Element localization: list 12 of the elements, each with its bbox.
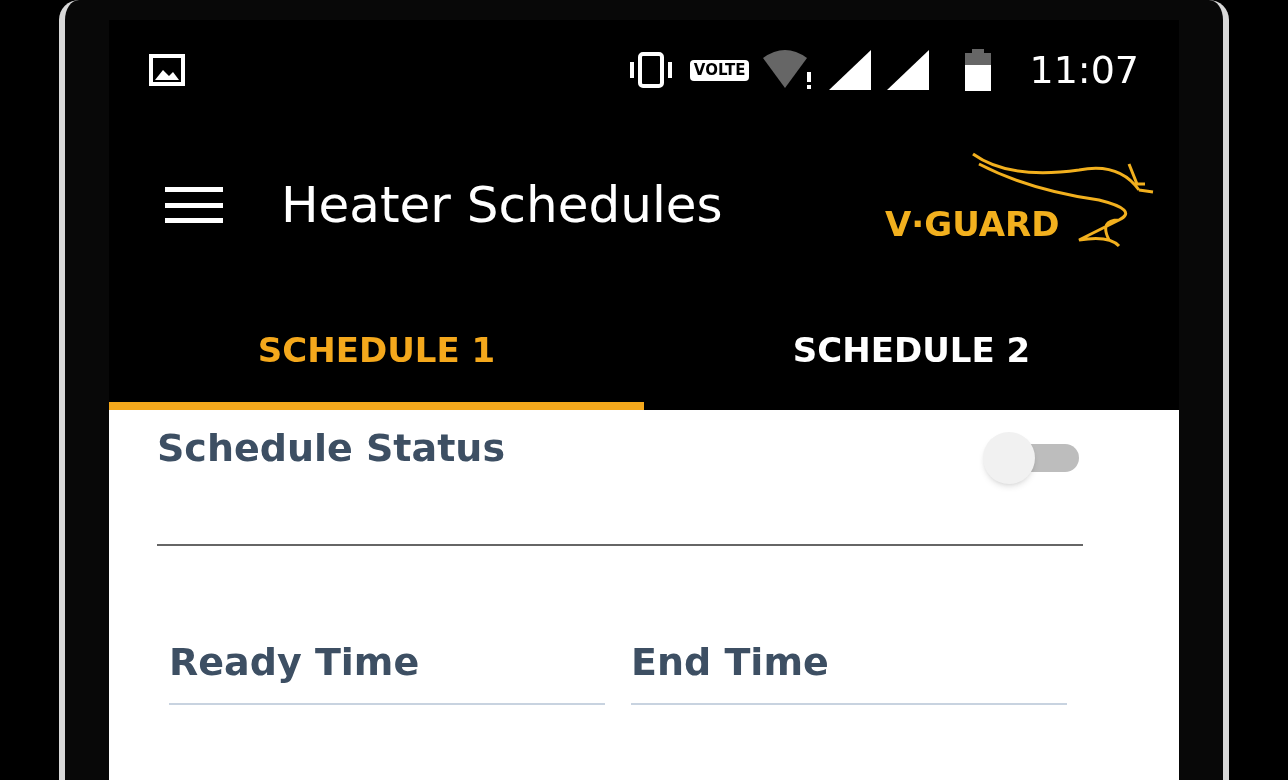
volte-badge: VOLTE [689,59,750,81]
logo-text: V·GUARD [885,203,1060,246]
image-icon [149,54,185,86]
signal-icon [885,48,932,92]
field-label: End Time [631,639,830,686]
field-label: Ready Time [169,639,421,686]
clock-time: 11:07 [1029,46,1139,94]
schedule-status-label: Schedule Status [157,425,505,472]
tab[interactable]: SCHEDULE 2 [644,290,1179,410]
app-title: Heater Schedules [281,174,723,236]
signal-icon [827,48,874,92]
battery-icon [963,48,994,92]
